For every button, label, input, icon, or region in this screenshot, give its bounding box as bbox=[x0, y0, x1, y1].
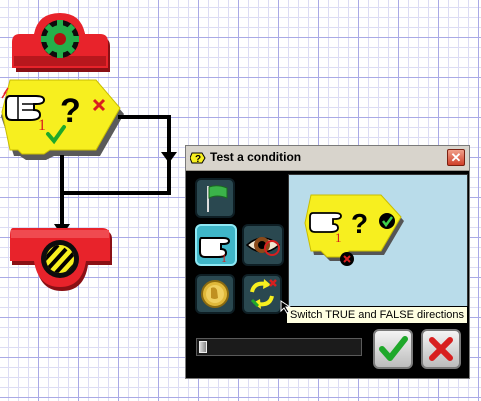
svg-text:1: 1 bbox=[221, 251, 227, 264]
stop-block[interactable] bbox=[8, 227, 116, 293]
hand-condition-button[interactable]: 1 bbox=[195, 224, 237, 266]
coin-condition-button[interactable] bbox=[195, 274, 235, 314]
tooltip: Switch TRUE and FALSE directions bbox=[286, 306, 469, 324]
svg-text:?: ? bbox=[351, 208, 368, 239]
cancel-button[interactable] bbox=[421, 329, 461, 369]
close-button[interactable]: ✕ bbox=[447, 149, 465, 166]
svg-text:1: 1 bbox=[335, 230, 342, 245]
condition-preview: 1 ? bbox=[288, 174, 468, 321]
green-flag-icon bbox=[207, 185, 228, 212]
ok-button[interactable] bbox=[373, 329, 413, 369]
swap-directions-button[interactable] bbox=[242, 274, 282, 314]
test-condition-dialog: ? Test a condition ✕ 1 1 ? bbox=[185, 145, 470, 379]
checkmark-icon bbox=[379, 336, 408, 361]
coin-icon bbox=[201, 280, 229, 308]
flag-condition-button[interactable] bbox=[195, 178, 235, 218]
swap-arrows-icon bbox=[250, 279, 277, 309]
speed-slider[interactable] bbox=[196, 338, 362, 356]
condition-preview-icon: 1 ? bbox=[304, 194, 404, 266]
eye-condition-button[interactable] bbox=[242, 224, 284, 266]
dialog-titlebar[interactable]: ? Test a condition ✕ bbox=[186, 146, 469, 171]
svg-text:?: ? bbox=[195, 154, 201, 165]
mouse-cursor-icon bbox=[280, 300, 292, 314]
question-icon: ? bbox=[190, 150, 206, 166]
slider-thumb[interactable] bbox=[199, 341, 207, 353]
pointing-hand-1-icon: 1 bbox=[199, 237, 231, 264]
close-icon: ✕ bbox=[450, 150, 462, 165]
cross-icon bbox=[429, 337, 453, 361]
dialog-title: Test a condition bbox=[210, 150, 302, 164]
eye-icon bbox=[245, 237, 281, 256]
